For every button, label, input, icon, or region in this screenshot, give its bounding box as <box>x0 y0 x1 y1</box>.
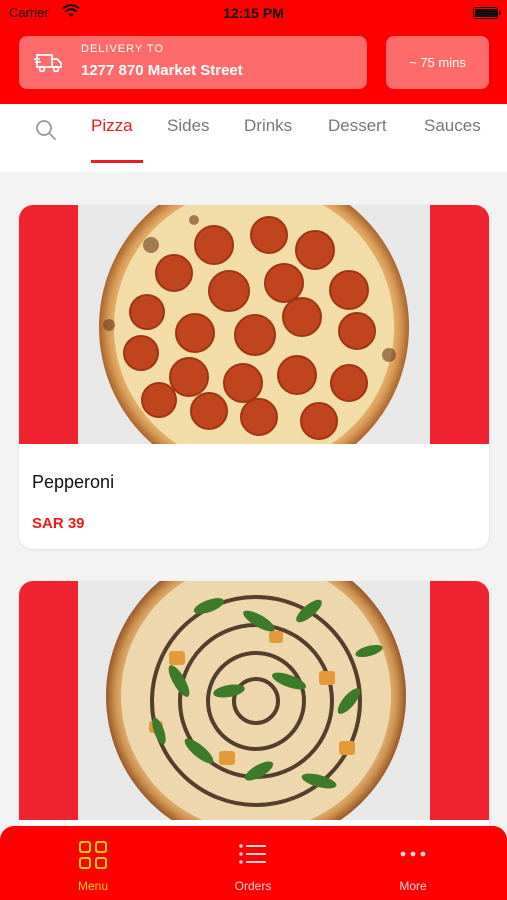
nav-more-label: More <box>399 879 427 893</box>
product-image <box>19 205 489 444</box>
product-card-pepperoni[interactable]: Pepperoni SAR 39 <box>19 205 489 549</box>
product-card-veggie[interactable] <box>19 581 489 841</box>
tab-sauces[interactable]: Sauces <box>424 116 481 136</box>
product-image <box>19 581 489 820</box>
nav-menu[interactable]: Menu <box>33 826 153 900</box>
delivery-address: 1277 870 Market Street <box>81 62 243 79</box>
delivery-to-label: DELIVERY TO <box>81 43 164 55</box>
top-header: Carrier 12:15 PM DELIVERY TO 1277 870 Ma… <box>0 0 507 104</box>
more-dots-icon <box>400 851 426 857</box>
clock: 12:15 PM <box>223 5 284 21</box>
category-tabs: Pizza Sides Drinks Dessert Sauces <box>0 104 507 172</box>
arugula-pizza-image <box>106 581 406 820</box>
list-icon <box>239 844 266 864</box>
product-name: Pepperoni <box>32 472 115 492</box>
bottom-navigation: Menu Orders More <box>0 826 507 900</box>
grid-icon <box>79 841 107 869</box>
nav-orders-label: Orders <box>234 879 272 893</box>
tab-sides[interactable]: Sides <box>167 116 210 136</box>
delivery-eta-button[interactable]: ~ 75 mins <box>386 36 489 89</box>
product-price: SAR 39 <box>32 515 85 532</box>
eta-label: ~ 75 mins <box>409 55 466 70</box>
active-tab-indicator <box>91 160 143 163</box>
search-icon[interactable] <box>34 118 58 142</box>
tab-pizza[interactable]: Pizza <box>91 116 133 136</box>
tab-dessert[interactable]: Dessert <box>328 116 387 136</box>
battery-icon <box>473 7 501 19</box>
nav-more[interactable]: More <box>353 826 473 900</box>
delivery-address-selector[interactable]: DELIVERY TO 1277 870 Market Street <box>19 36 367 89</box>
pepperoni-pizza-image <box>99 205 409 444</box>
tab-drinks[interactable]: Drinks <box>244 116 292 136</box>
nav-orders[interactable]: Orders <box>193 826 313 900</box>
delivery-truck-icon <box>34 54 62 73</box>
nav-menu-label: Menu <box>77 879 109 893</box>
status-bar: Carrier 12:15 PM <box>0 0 507 28</box>
